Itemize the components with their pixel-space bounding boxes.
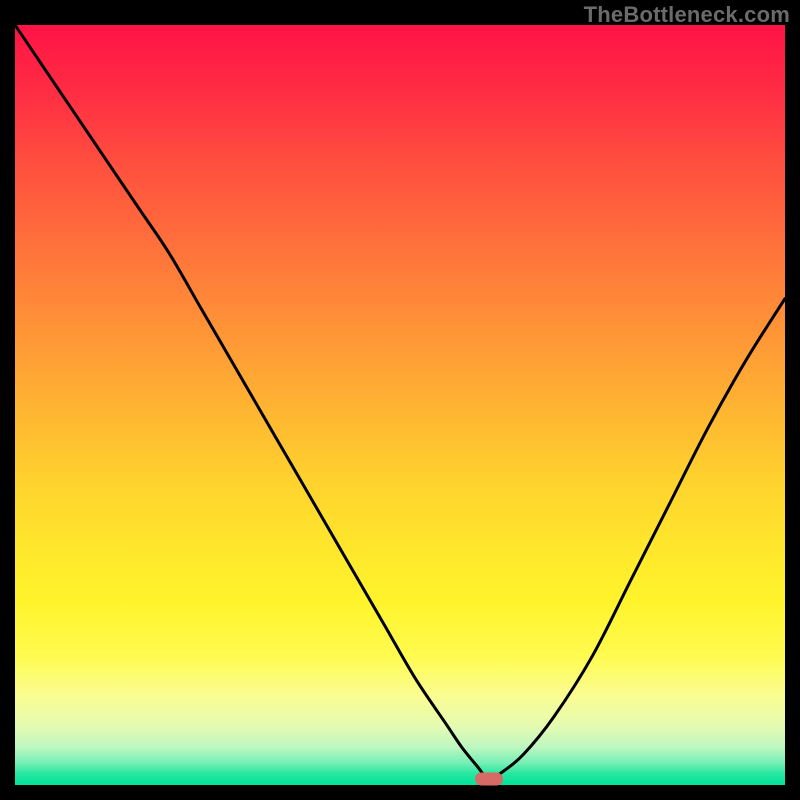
minimum-marker <box>475 772 503 785</box>
plot-area <box>15 25 785 785</box>
watermark-text: TheBottleneck.com <box>584 2 790 28</box>
curve-svg <box>15 25 785 785</box>
chart-frame: TheBottleneck.com <box>0 0 800 800</box>
bottleneck-curve <box>15 25 785 779</box>
